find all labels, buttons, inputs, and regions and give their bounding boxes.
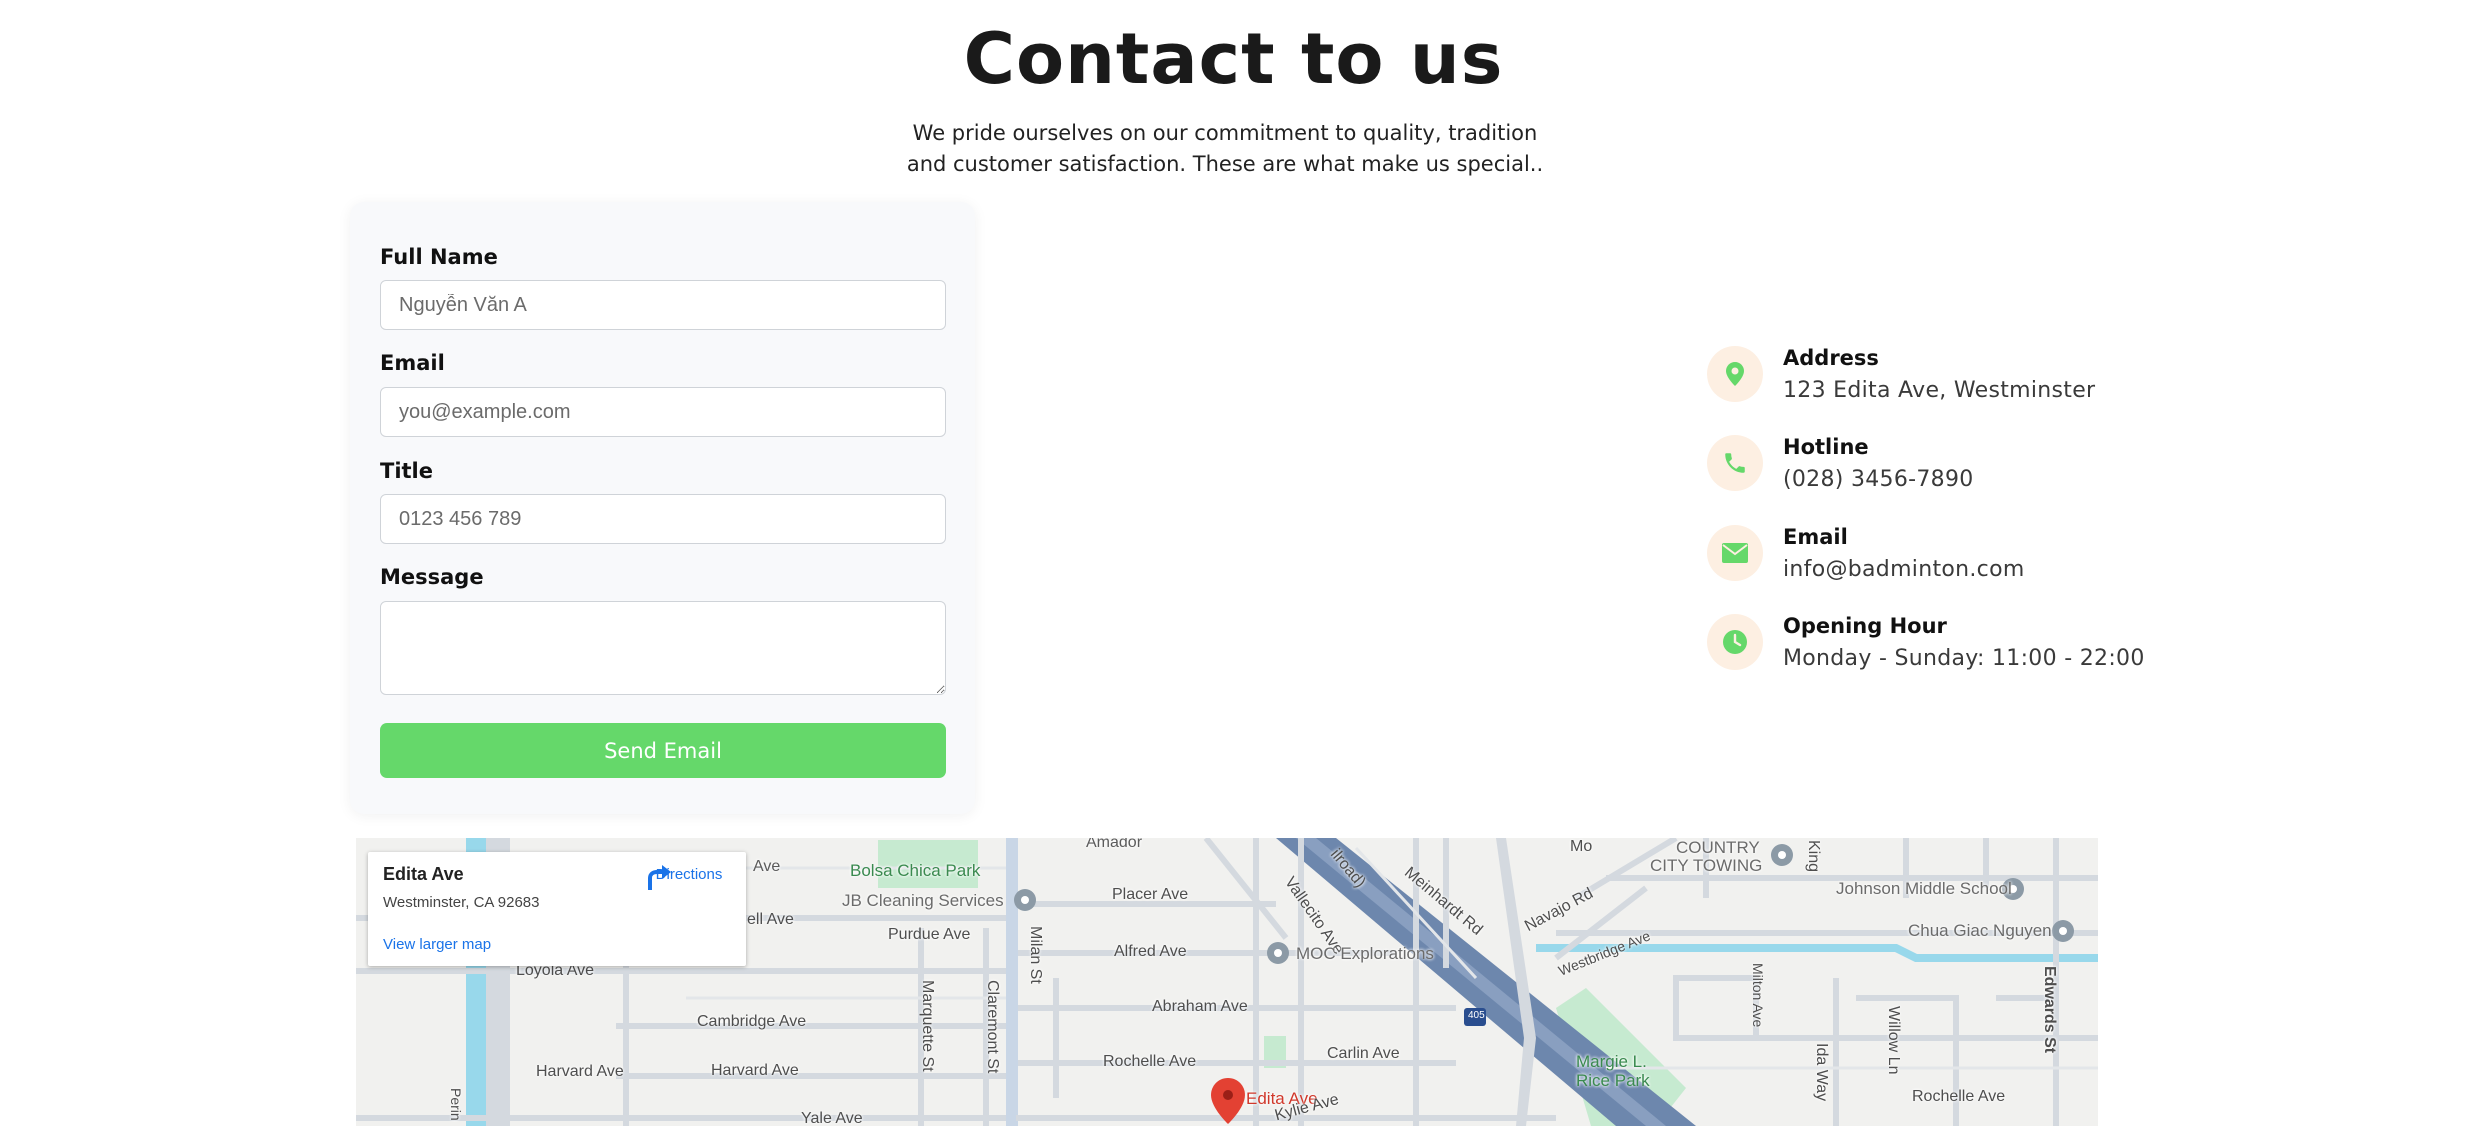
map-pin-icon (1707, 346, 1763, 402)
map-label-chua-giac-nguyen: Chua Giac Nguyen (1908, 921, 2052, 940)
map-label-alfred-ave: Alfred Ave (1114, 943, 1187, 960)
opening-hour-value: Monday - Sunday: 11:00 - 22:00 (1783, 646, 2145, 671)
map-label-milan-st: Milan St (1027, 926, 1044, 984)
map-label-placer-ave: Placer Ave (1112, 886, 1189, 903)
map-label-edwards-st: Edwards St (2041, 966, 2058, 1054)
map-label-mo: Mo (1570, 838, 1593, 855)
map-label-ida-way: Ida Way (1813, 1043, 1830, 1102)
send-email-button[interactable]: Send Email (380, 723, 946, 778)
hotline-title: Hotline (1783, 435, 1869, 459)
phone-icon (1707, 435, 1763, 491)
message-textarea[interactable] (380, 601, 946, 695)
map-label-harvard-ave-2: Harvard Ave (711, 1062, 799, 1079)
contact-hotline: Hotline (028) 3456-7890 (1707, 435, 2207, 505)
email-title: Email (1783, 525, 1848, 549)
map-label-harvard-ave-1: Harvard Ave (536, 1063, 624, 1080)
address-title: Address (1783, 346, 1879, 370)
map-label-country: COUNTRY (1676, 838, 1760, 857)
hotline-value: (028) 3456-7890 (1783, 467, 1974, 492)
map-label-jb-cleaning: JB Cleaning Services (842, 891, 1004, 910)
contact-address: Address 123 Edita Ave, Westminster (1707, 346, 2207, 416)
map-label-ell-ave: ell Ave (747, 911, 794, 928)
map-label-marquette-st: Marquette St (919, 980, 936, 1072)
map-label-cambridge-ave: Cambridge Ave (697, 1013, 807, 1030)
map-info-card: Edita Ave Westminster, CA 92683 Directio… (368, 852, 746, 966)
map-label-carlin-ave: Carlin Ave (1327, 1045, 1400, 1062)
title-label: Title (380, 459, 434, 483)
map-label-king: King (1805, 840, 1822, 873)
map-place-address: Westminster, CA 92683 (383, 894, 540, 911)
title-input[interactable] (380, 494, 946, 544)
map-label-yale-ave: Yale Ave (801, 1110, 863, 1126)
map-label-willow-ln: Willow Ln (1885, 1006, 1902, 1075)
map-label-perin: Perin (448, 1088, 464, 1121)
clock-icon (1707, 614, 1763, 670)
message-label: Message (380, 565, 484, 589)
contact-opening-hour: Opening Hour Monday - Sunday: 11:00 - 22… (1707, 614, 2207, 684)
email-value: info@badminton.com (1783, 557, 2025, 582)
page-subtitle: We pride ourselves on our commitment to … (906, 121, 1544, 176)
map-label-rochelle-ave-1: Rochelle Ave (1103, 1053, 1197, 1070)
map-label-johnson-middle-school: Johnson Middle School (1836, 879, 2012, 898)
map-label-city-towing: CITY TOWING (1650, 856, 1763, 875)
contact-form: Full Name Email Title Message Send Email (350, 202, 975, 814)
map-embed[interactable]: Amador Ave Bolsa Chica Park JB Cleaning … (356, 838, 2098, 1126)
full-name-label: Full Name (380, 245, 498, 269)
address-value: 123 Edita Ave, Westminster (1783, 378, 2096, 403)
map-label-milton-ave: Milton Ave (1750, 963, 1766, 1028)
map-label-abraham-ave: Abraham Ave (1152, 998, 1248, 1015)
map-label-claremont-st: Claremont St (984, 980, 1001, 1074)
map-label-rochelle-ave-2: Rochelle Ave (1912, 1088, 2006, 1105)
envelope-icon (1707, 525, 1763, 581)
opening-hour-title: Opening Hour (1783, 614, 1947, 638)
email-input[interactable] (380, 387, 946, 437)
map-label-rice-park: Rice Park (1576, 1071, 1650, 1090)
email-label: Email (380, 351, 445, 375)
map-label-purdue-ave: Purdue Ave (888, 926, 971, 943)
view-larger-map-link[interactable]: View larger map (383, 936, 491, 953)
map-label-amador: Amador (1086, 838, 1143, 851)
page-title: Contact to us (963, 18, 1504, 100)
map-label-ave: Ave (753, 858, 781, 875)
contact-email: Email info@badminton.com (1707, 525, 2207, 595)
map-label-highway-405: 405 (1468, 1010, 1485, 1021)
full-name-input[interactable] (380, 280, 946, 330)
map-label-margie-l: Margie L. (1576, 1052, 1647, 1071)
map-place-name: Edita Ave (383, 864, 464, 884)
map-label-bolsa-chica-park: Bolsa Chica Park (850, 861, 981, 880)
directions-button[interactable]: Directions (644, 864, 734, 890)
map-label-moc-explorations: MOC Explorations (1296, 944, 1434, 963)
